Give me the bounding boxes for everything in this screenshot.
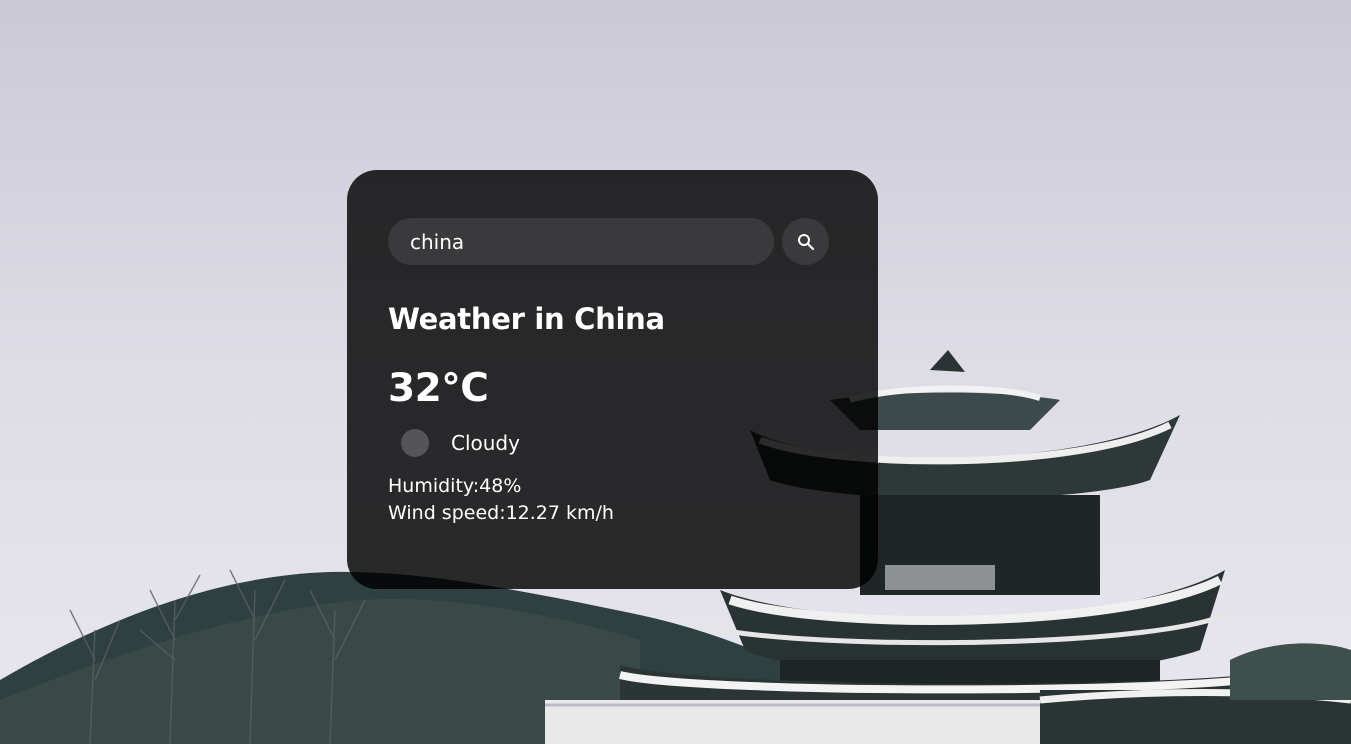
- search-input[interactable]: [388, 218, 774, 265]
- weather-cloudy-icon: [401, 429, 429, 457]
- search-bar: [388, 218, 838, 265]
- weather-card: Weather in China 32°C Cloudy Humidity:48…: [347, 170, 878, 589]
- weather-description: Cloudy: [451, 431, 520, 455]
- wind-speed: Wind speed:12.27 km/h: [388, 502, 614, 524]
- weather-condition: Cloudy: [388, 429, 838, 457]
- search-icon: [797, 233, 814, 250]
- city-heading: Weather in China: [388, 302, 665, 336]
- humidity: Humidity:48%: [388, 475, 522, 497]
- temperature: 32°C: [388, 366, 489, 411]
- search-button[interactable]: [782, 218, 829, 265]
